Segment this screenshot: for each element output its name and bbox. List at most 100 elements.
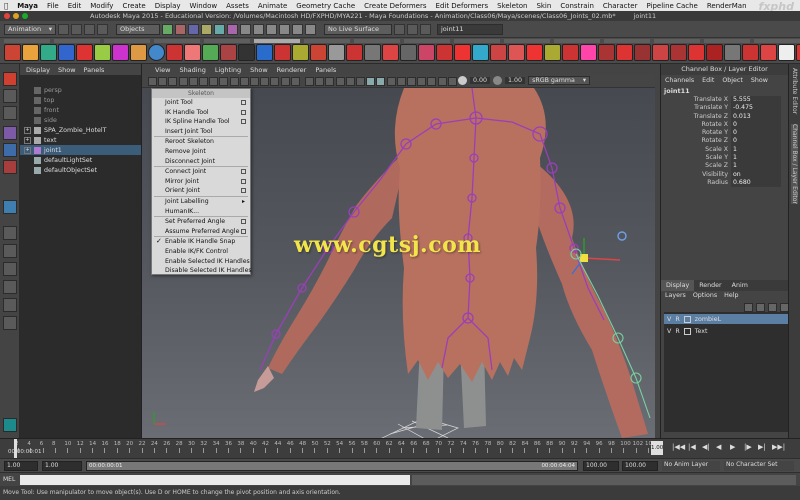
shelf-tool-38-icon[interactable] — [670, 44, 687, 61]
layer-name[interactable]: zombieL — [695, 316, 721, 323]
channel-menu-object[interactable]: Object — [722, 77, 743, 84]
shelf-tool-35-icon[interactable] — [616, 44, 633, 61]
status-toggle-11-icon[interactable] — [292, 23, 303, 35]
move-tool-icon[interactable] — [3, 126, 17, 140]
shelf-tool-42-icon[interactable] — [742, 44, 759, 61]
option-box-icon[interactable] — [241, 178, 246, 184]
channel-value[interactable]: 0 — [731, 129, 781, 138]
viewport-menu-panels[interactable]: Panels — [315, 66, 336, 74]
shelf-tab-11[interactable] — [504, 39, 550, 43]
shelf-tool-12-icon[interactable] — [202, 44, 219, 61]
shelf-tool-26-icon[interactable] — [454, 44, 471, 61]
menu-create-deformers[interactable]: Create Deformers — [364, 2, 426, 10]
expand-toggle-icon[interactable]: + — [24, 146, 31, 154]
shelf-tool-20-icon[interactable] — [346, 44, 363, 61]
layer-render-toggle[interactable]: R — [675, 328, 679, 335]
shelf-tool-17-icon[interactable] — [292, 44, 309, 61]
shelf-tab-5[interactable] — [204, 39, 250, 43]
layer-row-zombiel[interactable]: V RzombieL — [664, 314, 788, 324]
status-toggle-9-icon[interactable] — [266, 23, 277, 35]
ipr-button[interactable] — [407, 23, 418, 35]
skeleton-menu-item-disconnect-joint[interactable]: Disconnect Joint — [152, 157, 250, 167]
menu-edit-deformers[interactable]: Edit Deformers — [436, 2, 489, 10]
live-surface-field[interactable]: No Live Surface — [324, 23, 392, 35]
skeleton-menu-item-orient-joint[interactable]: Orient Joint — [152, 186, 250, 196]
viewport-tool-13-icon[interactable] — [270, 77, 280, 86]
exposure-field[interactable]: 0.00 — [470, 77, 491, 84]
option-box-icon[interactable] — [241, 169, 246, 175]
menu-skeleton[interactable]: Skeleton — [497, 2, 527, 10]
channel-value[interactable]: 0.680 — [731, 178, 781, 188]
shelf-tool-30-icon[interactable] — [526, 44, 543, 61]
skeleton-menu-item-enable-selected-ik-handles[interactable]: Enable Selected IK Handles — [152, 257, 250, 267]
viewport-tool-18-icon[interactable] — [325, 77, 335, 86]
skeleton-menu-item-set-preferred-angle[interactable]: Set Preferred Angle — [152, 217, 250, 227]
channel-value[interactable]: on — [731, 170, 781, 179]
render-settings-button[interactable] — [420, 23, 431, 35]
skeleton-menu-item-insert-joint-tool[interactable]: Insert Joint Tool — [152, 127, 250, 137]
step-back-key-button[interactable]: ◀| — [702, 443, 710, 451]
shelf-tab-16[interactable] — [754, 39, 800, 43]
end-time-field[interactable]: 100.00 — [622, 461, 658, 471]
outliner-menu-panels[interactable]: Panels — [84, 66, 105, 74]
menu-animate[interactable]: Animate — [258, 2, 287, 10]
viewport-menu-view[interactable]: View — [155, 66, 170, 74]
shelf-tool-16-icon[interactable] — [274, 44, 291, 61]
shelf-tab-9[interactable] — [404, 39, 450, 43]
skeleton-menu-item-mirror-joint[interactable]: Mirror Joint — [152, 177, 250, 187]
shelf-tool-18-icon[interactable] — [310, 44, 327, 61]
status-toggle-6-icon[interactable] — [227, 23, 238, 35]
step-back-button[interactable]: |◀ — [688, 443, 696, 451]
skeleton-menu-item-connect-joint[interactable]: Connect Joint — [152, 167, 250, 177]
go-to-start-button[interactable]: |◀◀ — [672, 443, 685, 451]
layer-render-toggle[interactable]: R — [675, 316, 679, 323]
mel-label[interactable]: MEL — [3, 475, 15, 485]
menu-display[interactable]: Display — [155, 2, 181, 10]
channel-radius[interactable]: Radius 0.680 — [661, 178, 788, 188]
selected-object-field[interactable]: joint11 — [437, 23, 503, 35]
status-toggle-1-icon[interactable] — [162, 23, 173, 35]
shelf-tool-6-icon[interactable] — [94, 44, 111, 61]
viewport-tool-27-icon[interactable] — [417, 77, 427, 86]
layer-menu-layers[interactable]: Layers — [665, 291, 686, 301]
outliner-item-defaultobjectset[interactable]: defaultObjectSet — [20, 165, 141, 175]
channel-value[interactable]: 0 — [731, 137, 781, 146]
shelf-tool-23-icon[interactable] — [400, 44, 417, 61]
shelf-tool-33-icon[interactable] — [580, 44, 597, 61]
layer-name[interactable]: Text — [695, 328, 708, 335]
range-bar[interactable]: 00:00:00:01 00:00:04:04 — [86, 461, 578, 471]
layout-graph-icon[interactable] — [3, 298, 17, 312]
layer-menu-options[interactable]: Options — [693, 291, 717, 301]
anim-layer-field[interactable]: No Anim Layer — [662, 461, 720, 471]
shelf-tab-4[interactable] — [154, 39, 200, 43]
channel-box-tab[interactable]: Channel Box / Layer Editor — [791, 124, 798, 204]
layout-hypershade-icon[interactable] — [3, 316, 17, 330]
gamma-field[interactable]: 1.00 — [505, 77, 526, 84]
channel-rotate-y[interactable]: Rotate Y0 — [661, 129, 788, 138]
skeleton-menu-item-ik-spline-handle-tool[interactable]: IK Spline Handle Tool — [152, 117, 250, 127]
skeleton-menu-item-joint-labelling[interactable]: Joint Labelling ▸ — [152, 197, 250, 207]
outliner-item-defaultlightset[interactable]: defaultLightSet — [20, 155, 141, 165]
menu-window[interactable]: Window — [190, 2, 218, 10]
shelf-tool-31-icon[interactable] — [544, 44, 561, 61]
lasso-tool-icon[interactable] — [3, 89, 17, 103]
layer-tab-display[interactable]: Display — [661, 280, 695, 291]
channel-value[interactable]: 1 — [731, 162, 781, 171]
viewport-tool-5-icon[interactable] — [188, 77, 198, 86]
viewport-tool-10-icon[interactable] — [239, 77, 249, 86]
time-slider[interactable]: 2468101214161820222426283032343638404244… — [0, 438, 800, 458]
shelf-tool-45-icon[interactable] — [796, 44, 800, 61]
viewport-tool-24-icon[interactable] — [386, 77, 396, 86]
option-box-icon[interactable] — [241, 100, 246, 105]
skeleton-menu-item-disable-selected-ik-handles[interactable]: Disable Selected IK Handles — [152, 266, 252, 276]
shelf-tool-15-icon[interactable] — [256, 44, 273, 61]
menu-app[interactable]: Maya — [17, 2, 38, 10]
channel-scale-z[interactable]: Scale Z1 — [661, 162, 788, 171]
status-toggle-10-icon[interactable] — [279, 23, 290, 35]
play-forwards-button[interactable]: ▶ — [730, 443, 735, 451]
option-box-icon[interactable] — [241, 119, 246, 125]
step-forward-button[interactable]: ▶| — [758, 443, 766, 451]
mel-input[interactable] — [20, 475, 410, 485]
viewport-tool-21-icon[interactable] — [356, 77, 365, 86]
current-frame-field[interactable]: 1.00 — [651, 441, 663, 455]
